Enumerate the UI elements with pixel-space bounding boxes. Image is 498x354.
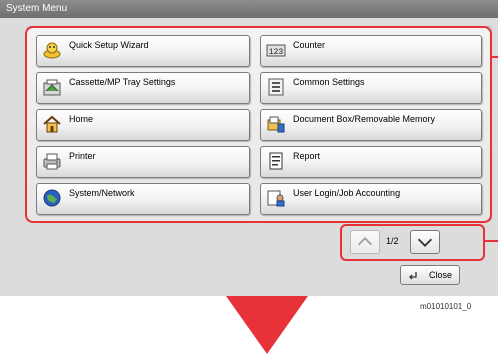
settings-icon [268,78,284,96]
counter-label: Counter [293,40,326,50]
common-settings-button[interactable]: Common Settings [260,72,482,104]
quick-setup-wizard-label: Quick Setup Wizard [69,40,149,50]
close-label: Close [429,270,453,280]
printer-icon [43,153,61,170]
figure-code: m01010101_0 [420,302,472,311]
cassette-mp-tray-settings-button[interactable]: Cassette/MP Tray Settings [36,72,250,104]
home-button[interactable]: Home [36,109,250,141]
system-network-button[interactable]: System/Network [36,183,250,215]
report-label: Report [293,151,321,161]
system-menu-screen: System Menu Quick Setup Wizard Cassette/… [0,0,498,296]
svg-text:123: 123 [269,48,284,57]
user-login-job-accounting-button[interactable]: User Login/Job Accounting [260,183,482,215]
common-settings-label: Common Settings [293,77,365,87]
page-down-button[interactable] [410,230,440,254]
page-indicator: 1/2 [386,236,399,246]
chevron-up-icon [357,237,373,246]
document-box-removable-memory-button[interactable]: Document Box/Removable Memory [260,109,482,141]
user-login-icon [267,190,285,207]
document-box-removable-memory-label: Document Box/Removable Memory [293,114,436,124]
report-icon [269,152,283,170]
home-icon [43,115,61,133]
globe-icon [43,189,61,207]
system-network-label: System/Network [69,188,135,198]
page-up-button[interactable] [350,230,380,254]
quick-setup-wizard-button[interactable]: Quick Setup Wizard [36,35,250,67]
chevron-down-icon [417,238,433,247]
printer-button[interactable]: Printer [36,146,250,178]
wizard-icon [43,42,61,59]
counter-button[interactable]: 123 Counter [260,35,482,67]
counter-icon: 123 [266,44,286,57]
document-box-icon [267,116,285,133]
printer-label: Printer [69,151,96,161]
home-label: Home [69,114,94,124]
report-button[interactable]: Report [260,146,482,178]
tray-icon [43,79,61,96]
window-title: System Menu [0,0,498,18]
cassette-mp-tray-settings-label: Cassette/MP Tray Settings [69,77,176,87]
user-login-job-accounting-label: User Login/Job Accounting [293,188,401,198]
down-arrow-icon [226,296,308,354]
callout-line [484,240,498,242]
callout-line [492,56,498,58]
close-button[interactable]: Close [400,265,460,285]
enter-icon [409,272,417,280]
